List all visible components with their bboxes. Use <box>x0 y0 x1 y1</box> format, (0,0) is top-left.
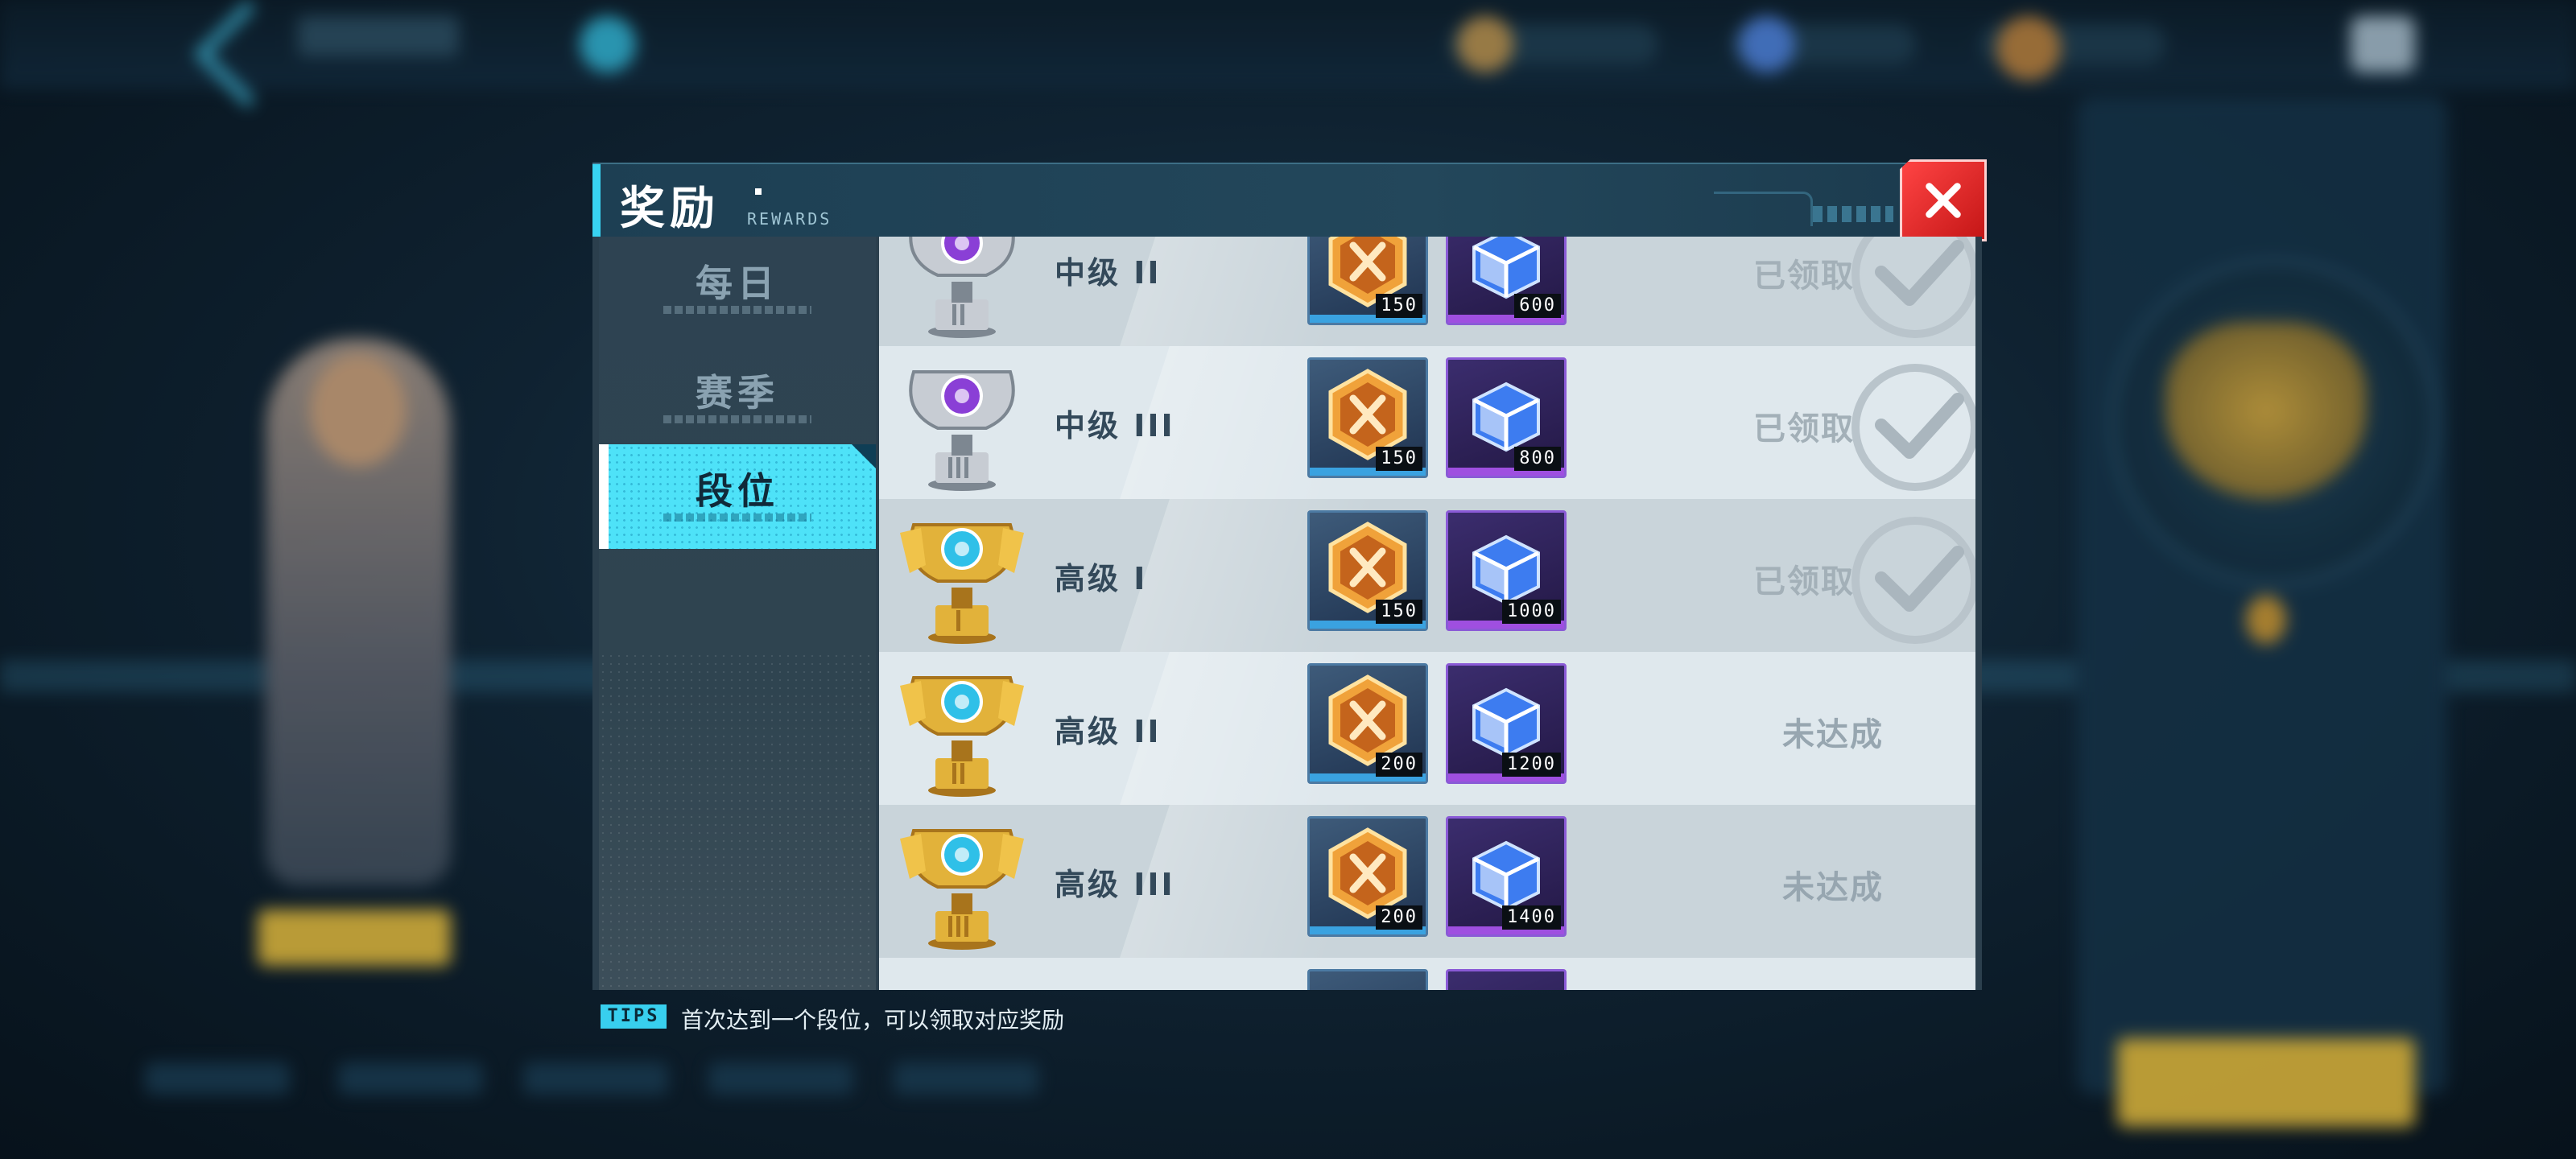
trophy-icon <box>894 509 1030 645</box>
unachieved-status: 未达成 <box>1782 716 1884 753</box>
cube-reward-item[interactable]: 1400 <box>1446 816 1567 937</box>
header-accent-bar <box>592 164 601 238</box>
coin-quantity: 150 <box>1376 294 1422 318</box>
cube-quantity: 600 <box>1514 294 1561 318</box>
unachieved-status: 未达成 <box>1782 869 1884 906</box>
reward-row: 高级 II 200 1200 未达成 <box>879 652 1975 805</box>
tab-season-label: 赛季 <box>696 371 779 415</box>
cube-reward-item[interactable]: 1000 <box>1446 510 1567 631</box>
dialog-header: 奖励 REWARDS <box>592 163 1982 238</box>
cube-quantity: 1400 <box>1502 905 1561 930</box>
cube-reward-item[interactable]: 800 <box>1446 357 1567 478</box>
rank-name: 中级 II <box>1055 255 1162 291</box>
cube-quantity: 1000 <box>1502 600 1561 624</box>
claimed-status: 已领取 <box>1753 258 1855 295</box>
coin-reward-item[interactable] <box>1307 969 1428 990</box>
tips-tag: TIPS <box>601 1004 667 1029</box>
reward-row: 高级 III 200 1400 未达成 <box>879 805 1975 958</box>
coin-quantity: 150 <box>1376 447 1422 471</box>
reward-list[interactable]: 中级 II 150 600 已领取 中级 III 150 800 已领取 高级 I 150 1000… <box>879 237 1975 990</box>
cube-quantity: 1200 <box>1502 753 1561 777</box>
trophy-icon <box>894 237 1030 340</box>
cube-reward-item[interactable]: 1200 <box>1446 663 1567 784</box>
coin-reward-item[interactable]: 200 <box>1307 816 1428 937</box>
coin-reward-item[interactable]: 150 <box>1307 357 1428 478</box>
claimed-status: 已领取 <box>1753 563 1855 600</box>
claimed-status: 已领取 <box>1753 410 1855 448</box>
trophy-icon <box>894 356 1030 493</box>
tab-daily-label: 每日 <box>696 262 779 305</box>
check-icon <box>1845 357 1975 497</box>
close-button[interactable] <box>1900 159 1987 241</box>
coin-reward-item[interactable]: 150 <box>1307 510 1428 631</box>
tab-rank-label: 段位 <box>696 469 779 513</box>
category-sidebar: 每日 赛季 段位 <box>599 237 876 990</box>
rank-name: 中级 III <box>1055 408 1175 443</box>
reward-row: 高级 I 150 1000 已领取 <box>879 499 1975 652</box>
dialog-title: 奖励 <box>620 183 720 235</box>
header-circuit-decoration <box>1714 192 1813 226</box>
coin-reward-item[interactable]: 200 <box>1307 663 1428 784</box>
coin-quantity: 200 <box>1376 905 1422 930</box>
tab-daily[interactable]: 每日 <box>599 237 876 341</box>
check-icon <box>1845 237 1975 344</box>
cube-reward-item[interactable]: 600 <box>1446 237 1567 325</box>
tips-text: 首次达到一个段位，可以领取对应奖励 <box>681 1007 1065 1033</box>
reward-row: 中级 II 150 600 已领取 <box>879 237 1975 346</box>
reward-row: 中级 III 150 800 已领取 <box>879 346 1975 499</box>
trophy-icon <box>894 662 1030 798</box>
rewards-dialog: 奖励 REWARDS 每日 赛季 段位 中级 II 150 600 已领取 中级… <box>592 159 1987 990</box>
title-dot <box>755 188 762 195</box>
header-bars-decoration <box>1813 206 1893 222</box>
trophy-icon <box>894 815 1030 951</box>
cube-reward-item[interactable] <box>1446 969 1567 990</box>
rank-name: 高级 I <box>1055 561 1148 596</box>
coin-quantity: 200 <box>1376 753 1422 777</box>
reward-row-partial <box>879 958 1975 990</box>
coin-reward-item[interactable]: 150 <box>1307 237 1428 325</box>
tab-season[interactable]: 赛季 <box>599 346 876 451</box>
check-icon <box>1845 510 1975 650</box>
tab-rank[interactable]: 段位 <box>599 444 876 549</box>
dialog-subtitle: REWARDS <box>747 209 832 229</box>
coin-quantity: 150 <box>1376 600 1422 624</box>
close-icon <box>1926 183 1961 218</box>
rank-name: 高级 II <box>1055 714 1162 749</box>
cube-quantity: 800 <box>1514 447 1561 471</box>
rank-name: 高级 III <box>1055 867 1175 902</box>
dialog-body: 每日 赛季 段位 中级 II 150 600 已领取 中级 III 150 800 已领取 高级… <box>592 237 1982 990</box>
